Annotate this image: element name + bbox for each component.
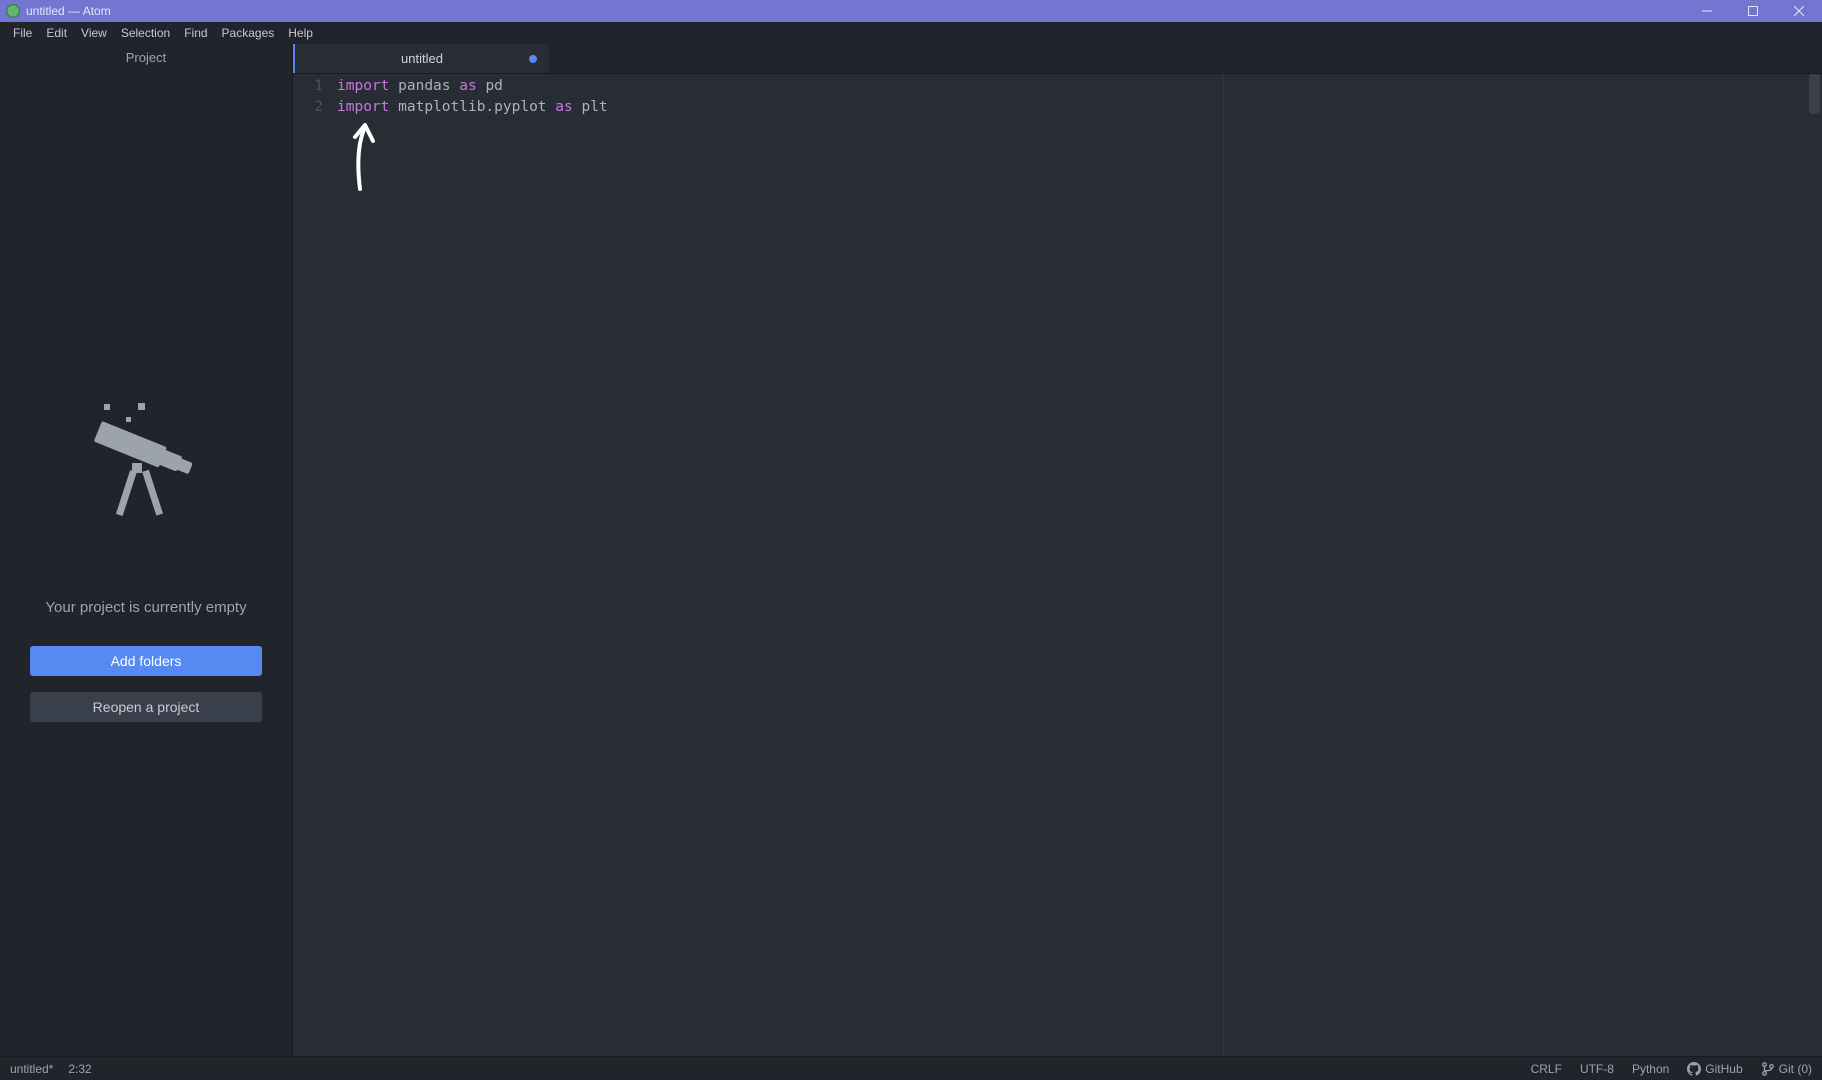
menu-find[interactable]: Find bbox=[177, 26, 214, 40]
add-folders-button[interactable]: Add folders bbox=[30, 646, 262, 676]
wrap-guide bbox=[1223, 74, 1224, 1056]
window-controls bbox=[1684, 0, 1822, 22]
status-git[interactable]: Git (0) bbox=[1761, 1062, 1812, 1076]
tabbar: untitled bbox=[293, 44, 1822, 74]
menu-edit[interactable]: Edit bbox=[39, 26, 74, 40]
code-line[interactable]: import pandas as pd bbox=[337, 76, 608, 97]
empty-project-panel: Your project is currently empty Add fold… bbox=[0, 71, 292, 1056]
line-number: 2 bbox=[293, 97, 323, 118]
project-sidebar: Project bbox=[0, 44, 293, 1056]
editor-pane: untitled 12 import pandas as pdimport ma… bbox=[293, 44, 1822, 1056]
empty-project-message: Your project is currently empty bbox=[45, 599, 246, 616]
status-filename[interactable]: untitled* bbox=[10, 1062, 53, 1076]
status-github[interactable]: GitHub bbox=[1687, 1062, 1742, 1076]
menu-help[interactable]: Help bbox=[281, 26, 320, 40]
git-branch-icon bbox=[1761, 1062, 1775, 1076]
menu-file[interactable]: File bbox=[6, 26, 39, 40]
dirty-indicator-icon bbox=[529, 55, 537, 63]
window-title: untitled — Atom bbox=[26, 4, 111, 18]
line-number: 1 bbox=[293, 76, 323, 97]
telescope-icon bbox=[76, 389, 216, 529]
tab-label: untitled bbox=[401, 51, 443, 66]
maximize-button[interactable] bbox=[1730, 0, 1776, 22]
close-button[interactable] bbox=[1776, 0, 1822, 22]
minimize-button[interactable] bbox=[1684, 0, 1730, 22]
status-language[interactable]: Python bbox=[1632, 1062, 1669, 1076]
statusbar: untitled* 2:32 CRLF UTF-8 Python GitHub … bbox=[0, 1056, 1822, 1080]
menu-view[interactable]: View bbox=[74, 26, 114, 40]
code-area[interactable]: import pandas as pdimport matplotlib.pyp… bbox=[333, 74, 608, 1056]
status-cursor[interactable]: 2:32 bbox=[68, 1062, 91, 1076]
menu-selection[interactable]: Selection bbox=[114, 26, 177, 40]
atom-icon bbox=[6, 4, 20, 18]
gutter: 12 bbox=[293, 74, 333, 1056]
workspace: Project bbox=[0, 44, 1822, 1056]
scrollbar[interactable] bbox=[1807, 74, 1822, 1056]
editor-body[interactable]: 12 import pandas as pdimport matplotlib.… bbox=[293, 74, 1822, 1056]
titlebar: untitled — Atom bbox=[0, 0, 1822, 22]
reopen-project-button[interactable]: Reopen a project bbox=[30, 692, 262, 722]
sidebar-header: Project bbox=[0, 44, 292, 71]
code-line[interactable]: import matplotlib.pyplot as plt bbox=[337, 97, 608, 118]
menu-packages[interactable]: Packages bbox=[215, 26, 282, 40]
menubar: File Edit View Selection Find Packages H… bbox=[0, 22, 1822, 44]
status-crlf[interactable]: CRLF bbox=[1531, 1062, 1562, 1076]
github-icon bbox=[1687, 1062, 1701, 1076]
scrollbar-thumb[interactable] bbox=[1809, 74, 1820, 114]
status-encoding[interactable]: UTF-8 bbox=[1580, 1062, 1614, 1076]
tab-untitled[interactable]: untitled bbox=[293, 44, 549, 73]
